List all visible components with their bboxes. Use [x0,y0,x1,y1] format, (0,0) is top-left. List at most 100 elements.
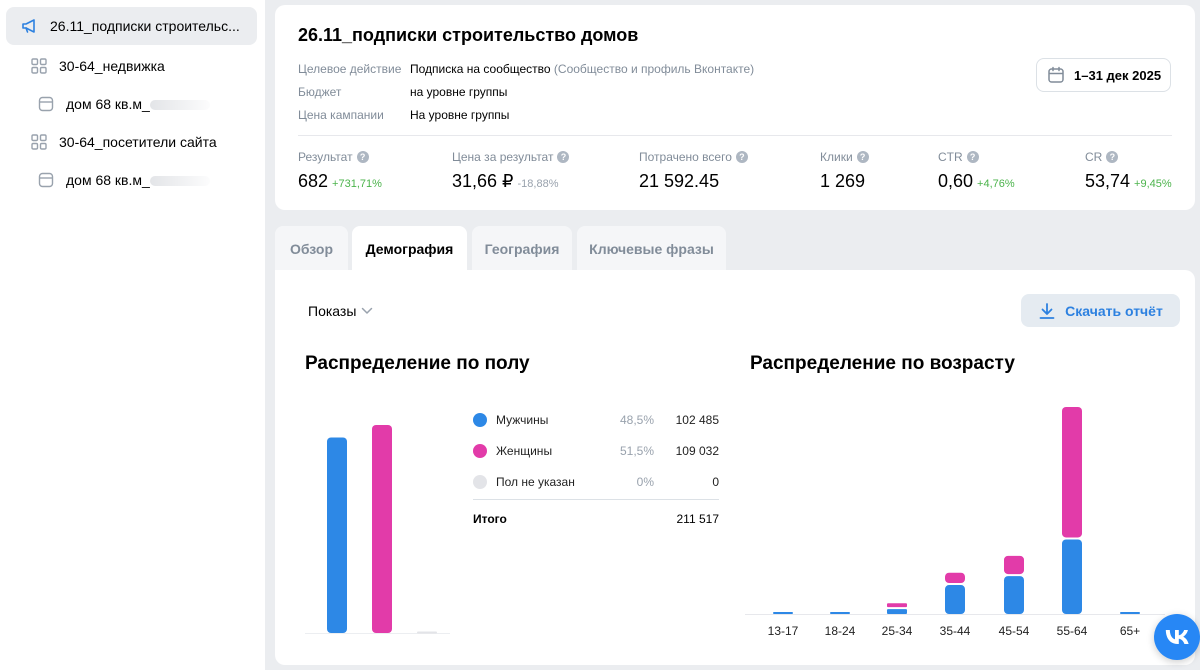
legend-name: Женщины [496,444,553,458]
metric-label: CR [1085,150,1103,164]
sidebar-item-campaign[interactable]: 26.11_подписки строительс... [6,7,257,45]
meta-key: Бюджет [298,85,342,99]
grid-icon [29,56,49,76]
sidebar-item-ad[interactable]: дом 68 кв.м_ [6,161,257,199]
meta-key: Цена кампании [298,108,384,122]
tab-demography[interactable]: Демография [352,226,467,271]
meta-row-budget: Бюджет на уровне группы [298,85,507,99]
bar-13-17-0 [773,612,793,614]
meta-row-price: Цена кампании На уровне группы [298,108,509,122]
metric-spent: Потрачено всего? 21 592.45 [639,150,748,192]
download-report-label: Скачать отчёт [1065,302,1163,319]
bar-65+-0 [1120,612,1140,614]
metric-value: 1 269 [820,171,866,191]
sidebar-item-label: дом 68 кв.м_ [66,96,150,112]
sidebar-item-label: 26.11_подписки строительс... [50,18,240,34]
metric-cost-per-result: Цена за результат? 31,66 ₽ -18,88% [452,150,570,192]
vk-logo-icon [1165,630,1189,644]
date-range-label: 1–31 дек 2025 [1074,67,1162,83]
campaign-title: 26.11_подписки строительство домов [298,25,639,45]
metric-select[interactable]: Показы [308,303,373,319]
total-value: 211 517 [676,512,720,526]
meta-value: На уровне группы [410,108,510,122]
meta-key: Целевое действие [298,62,402,76]
sidebar-item-label: 30-64_посетители сайта [59,134,217,150]
sidebar-item-ad[interactable]: дом 68 кв.м_ [6,85,257,123]
metric-value: 682 [298,171,329,191]
metric-label: Цена за результат [452,150,554,164]
metric-delta: -18,88% [517,178,559,190]
ad-card-icon [36,170,56,190]
grid-icon [29,132,49,152]
download-icon [1039,302,1055,319]
legend-row-female: Женщины 51,5% 109 032 [473,441,719,461]
age-tick-label: 25-34 [882,624,913,638]
bar-45-54-0 [1004,576,1024,614]
bar-0 [327,437,347,633]
bar-55-64-1 [1062,407,1082,538]
metric-value: 0,60 [938,171,974,191]
date-range-button[interactable]: 1–31 дек 2025 [1036,58,1171,92]
metric-clicks: Клики? 1 269 [820,150,869,192]
vk-logo-button[interactable] [1154,614,1200,660]
help-icon[interactable]: ? [557,151,570,163]
meta-value: на уровне группы [410,85,508,99]
age-tick-label: 55-64 [1057,624,1088,638]
bar-45-54-1 [1004,555,1024,575]
age-section-title: Распределение по возрасту [750,353,1015,374]
help-icon[interactable]: ? [966,151,979,163]
metric-ctr: CTR? 0,60 +4,76% [938,150,1015,192]
legend-name: Мужчины [496,413,549,427]
sidebar-item-group[interactable]: 30-64_недвижка [6,47,257,85]
metric-result: Результат? 682 +731,71% [298,150,382,192]
divider [298,135,1172,136]
tab-keywords[interactable]: Ключевые фразы [577,226,726,271]
legend-pct: 48,5% [619,413,654,427]
sidebar-item-label: 30-64_недвижка [59,58,165,74]
legend-total-row: Итого 211 517 [473,512,719,526]
legend-name: Пол не указан [496,475,575,489]
gender-section-title: Распределение по полу [305,353,530,374]
help-icon[interactable]: ? [735,151,748,163]
bar-18-24-0 [830,612,850,614]
legend-row-male: Мужчины 48,5% 102 485 [473,410,719,430]
male-dot-icon [473,413,487,427]
age-tick-label: 65+ [1120,624,1140,638]
bar-55-64-0 [1062,539,1082,614]
demography-panel: Показы Скачать отчёт Распределение по по… [275,270,1195,665]
calendar-icon [1048,66,1064,83]
metric-delta: +9,45% [1134,178,1172,190]
age-tick-label: 35-44 [940,624,971,638]
help-icon[interactable]: ? [1106,151,1119,163]
metric-label: Клики [820,150,853,164]
blurred-text [150,176,210,186]
ad-card-icon [36,94,56,114]
metric-value: 31,66 ₽ [452,171,514,191]
metric-delta: +731,71% [332,178,382,190]
sidebar-item-group[interactable]: 30-64_посетители сайта [6,123,257,161]
tab-geography[interactable]: География [472,226,572,271]
help-icon[interactable]: ? [356,151,369,163]
tab-overview[interactable]: Обзор [275,226,348,271]
bar-35-44-0 [945,585,965,614]
bar-25-34-0 [887,609,907,614]
chevron-down-icon [362,307,373,314]
sidebar: 26.11_подписки строительс... 30-64_недви… [0,0,265,670]
total-label: Итого [473,512,507,526]
age-tick-label: 18-24 [825,624,856,638]
metric-label: CTR [938,150,963,164]
legend-value: 0 [712,475,719,489]
meta-row-target: Целевое действие Подписка на сообщество … [298,62,754,76]
age-tick-label: 45-54 [999,624,1030,638]
bar-25-34-1 [887,603,907,608]
legend-value: 109 032 [675,444,719,458]
legend-pct: 0% [636,475,654,489]
sidebar-item-label: дом 68 кв.м_ [66,172,150,188]
legend-divider [473,499,719,500]
metric-select-label: Показы [308,303,357,319]
metric-cr: CR? 53,74 +9,45% [1085,150,1172,192]
legend-value: 102 485 [675,413,719,427]
metric-label: Потрачено всего [639,150,732,164]
download-report-button[interactable]: Скачать отчёт [1021,294,1180,327]
help-icon[interactable]: ? [856,151,869,163]
